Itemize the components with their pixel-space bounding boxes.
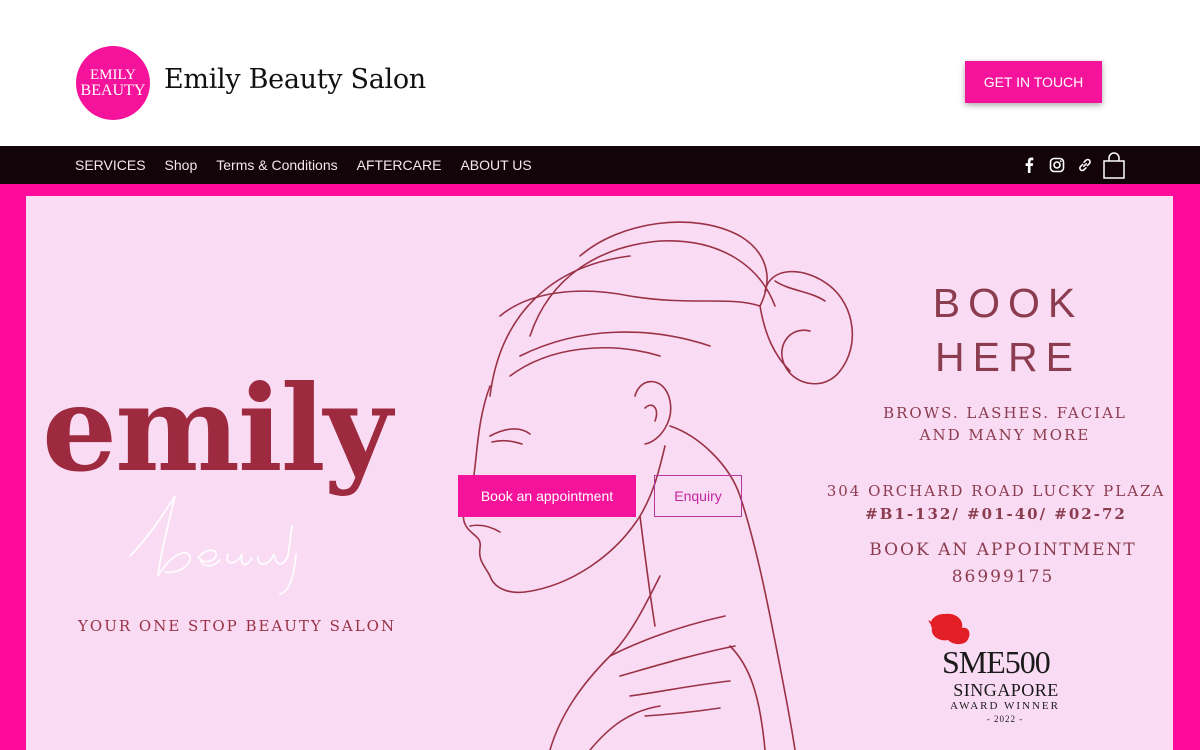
book-here-line2: HERE xyxy=(935,334,1081,380)
facebook-icon[interactable] xyxy=(1020,156,1038,174)
instagram-icon[interactable] xyxy=(1048,156,1066,174)
services-text: BROWS. LASHES. FACIAL AND MANY MORE xyxy=(880,402,1130,446)
book-here-line1: BOOK xyxy=(932,280,1084,326)
social-links xyxy=(1020,146,1104,184)
book-here-heading: BOOK HERE xyxy=(890,276,1126,384)
logo-text-line1: EMILY xyxy=(90,67,136,83)
appointment-line1: BOOK AN APPOINTMENT xyxy=(869,540,1137,560)
services-line2: AND MANY MORE xyxy=(919,426,1091,444)
nav-item-shop[interactable]: Shop xyxy=(165,157,198,173)
logo-text-line2: BEAUTY xyxy=(80,82,146,99)
get-in-touch-button[interactable]: GET IN TOUCH xyxy=(965,61,1102,103)
address-units: #B1-132/ #01-40/ #02-72 xyxy=(865,505,1127,523)
shopping-bag-icon[interactable] xyxy=(1101,152,1127,180)
nav-links: SERVICES Shop Terms & Conditions AFTERCA… xyxy=(75,146,551,184)
link-icon[interactable] xyxy=(1076,156,1094,174)
award-country: SINGAPORE xyxy=(953,680,1059,700)
award-year: - 2022 - xyxy=(986,714,1024,724)
award-label: AWARD WINNER xyxy=(950,700,1060,712)
brand-logo[interactable]: EMILY BEAUTY xyxy=(76,46,150,120)
site-header: EMILY BEAUTY Emily Beauty Salon GET IN T… xyxy=(0,0,1200,146)
book-appointment-button[interactable]: Book an appointment xyxy=(458,475,636,517)
woman-line-art-illustration xyxy=(462,221,854,750)
nav-item-services[interactable]: SERVICES xyxy=(75,157,146,173)
brand-wordmark: emily xyxy=(42,359,392,498)
address-line1: 304 ORCHARD ROAD LUCKY PLAZA xyxy=(826,482,1166,500)
services-line1: BROWS. LASHES. FACIAL xyxy=(883,404,1127,422)
site-title[interactable]: Emily Beauty Salon xyxy=(164,64,426,95)
main-nav: SERVICES Shop Terms & Conditions AFTERCA… xyxy=(0,146,1200,184)
nav-item-aftercare[interactable]: AFTERCARE xyxy=(357,157,442,173)
appointment-phone: 86999175 xyxy=(951,567,1055,587)
appointment-info: BOOK AN APPOINTMENT 86999175 xyxy=(850,537,1156,591)
salon-address: 304 ORCHARD ROAD LUCKY PLAZA #B1-132/ #0… xyxy=(826,480,1166,526)
tagline: YOUR ONE STOP BEAUTY SALON xyxy=(78,617,397,635)
nav-item-terms[interactable]: Terms & Conditions xyxy=(216,157,337,173)
beauty-script-wordmark xyxy=(129,495,297,595)
nav-item-about-us[interactable]: ABOUT US xyxy=(460,157,531,173)
enquiry-button[interactable]: Enquiry xyxy=(654,475,742,517)
award-title: SME500 xyxy=(942,644,1051,680)
